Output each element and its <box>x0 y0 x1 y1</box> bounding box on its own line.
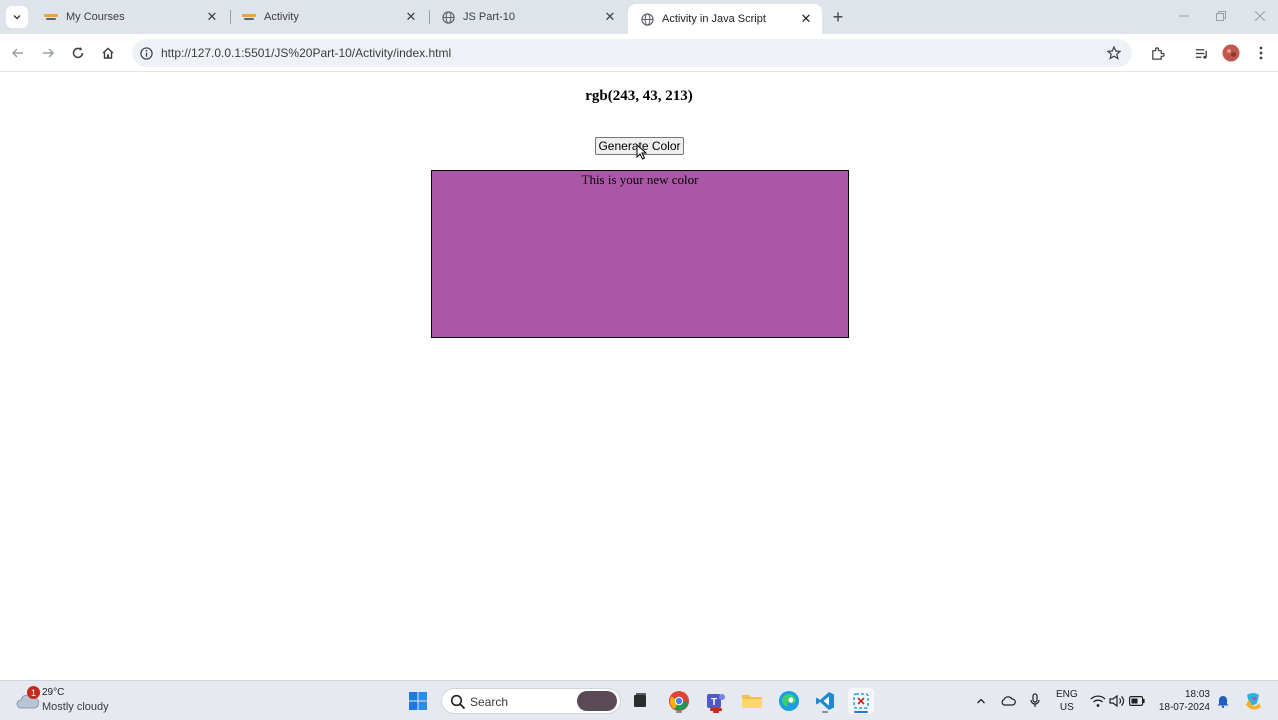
show-hidden-icons-chevron-up-icon[interactable] <box>972 692 990 710</box>
weather-widget[interactable]: 1 29°C Mostly cloudy <box>14 686 134 716</box>
running-indicator <box>676 711 682 713</box>
close-icon[interactable]: ✕ <box>798 11 814 27</box>
profile-avatar[interactable] <box>1220 42 1242 64</box>
edge-icon[interactable] <box>776 688 802 714</box>
close-icon[interactable]: ✕ <box>204 9 220 25</box>
onedrive-cloud-icon[interactable] <box>999 692 1017 710</box>
tab-my-courses[interactable]: My Courses ✕ <box>32 4 228 30</box>
wifi-icon[interactable] <box>1089 692 1107 710</box>
more-menu-icon[interactable] <box>1250 42 1272 64</box>
running-indicator <box>822 711 828 713</box>
globe-icon <box>640 12 654 26</box>
globe-icon <box>441 10 455 24</box>
tab-activity-in-java-script[interactable]: Activity in Java Script ✕ <box>628 4 822 34</box>
taskbar-search[interactable]: Search <box>441 688 621 714</box>
home-icon[interactable] <box>97 42 119 64</box>
chrome-icon[interactable] <box>666 688 692 714</box>
url-text[interactable]: http://127.0.0.1:5501/JS%20Part-10/Activ… <box>161 46 451 60</box>
tab-title: Activity in Java Script <box>662 13 766 25</box>
color-display-box: This is your new color <box>431 170 849 338</box>
chevron-down-icon <box>13 14 21 20</box>
tab-strip: My Courses ✕ Activity ✕ JS Part-10 ✕ Act… <box>0 0 1278 34</box>
web-page: rgb(243, 43, 213) Generate Color This is… <box>0 73 1278 680</box>
bookmark-star-icon[interactable] <box>1106 45 1122 61</box>
region-code: US <box>1059 702 1074 713</box>
task-view-icon[interactable] <box>627 688 653 714</box>
new-tab-button[interactable]: + <box>828 7 848 27</box>
svg-text:T: T <box>711 697 717 708</box>
reload-icon[interactable] <box>67 42 89 64</box>
teams-icon[interactable]: T <box>703 688 729 714</box>
close-icon[interactable]: ✕ <box>602 9 618 25</box>
system-clock[interactable]: 18:03 18-07-2024 <box>1156 688 1210 714</box>
weather-description: Mostly cloudy <box>42 701 109 713</box>
tab-search-button[interactable] <box>6 6 28 28</box>
browser-toolbar: http://127.0.0.1:5501/JS%20Part-10/Activ… <box>0 34 1278 72</box>
minimize-icon[interactable] <box>1176 8 1192 24</box>
close-icon[interactable]: ✕ <box>403 9 419 25</box>
tab-js-part-10[interactable]: JS Part-10 ✕ <box>429 4 626 30</box>
back-icon[interactable] <box>7 42 29 64</box>
close-window-icon[interactable] <box>1252 8 1268 24</box>
address-bar[interactable]: http://127.0.0.1:5501/JS%20Part-10/Activ… <box>132 39 1132 67</box>
tab-title: JS Part-10 <box>463 11 515 23</box>
temperature: 29°C <box>42 687 65 698</box>
mouse-cursor-icon <box>636 144 648 160</box>
search-label: Search <box>470 695 509 709</box>
course-favicon-icon <box>44 10 58 24</box>
forward-icon[interactable] <box>37 42 59 64</box>
notification-badge: 1 <box>27 686 40 699</box>
language-indicator[interactable]: ENG US <box>1056 688 1078 714</box>
color-box-caption: This is your new color <box>581 172 699 187</box>
battery-icon[interactable] <box>1128 692 1146 710</box>
windows-start-icon[interactable] <box>405 688 431 714</box>
tab-activity[interactable]: Activity ✕ <box>230 4 427 30</box>
search-icon <box>450 694 466 710</box>
language-code: ENG <box>1056 689 1078 700</box>
copilot-icon[interactable] <box>1242 690 1264 712</box>
clock-date: 18-07-2024 <box>1158 702 1210 713</box>
snipping-tool-icon[interactable] <box>848 688 874 714</box>
windows-taskbar: 1 29°C Mostly cloudy Search T ENG US 18:… <box>0 680 1278 720</box>
notification-bell-icon[interactable] <box>1214 692 1232 710</box>
extensions-icon[interactable] <box>1146 42 1168 64</box>
tab-title: My Courses <box>66 11 125 23</box>
vscode-icon[interactable] <box>812 688 838 714</box>
search-highlight-image <box>577 691 617 711</box>
restore-icon[interactable] <box>1213 8 1229 24</box>
running-indicator <box>854 711 868 713</box>
volume-icon[interactable] <box>1108 692 1126 710</box>
media-controls-icon[interactable] <box>1190 42 1212 64</box>
tab-title: Activity <box>264 11 299 23</box>
running-indicator <box>713 711 719 713</box>
site-info-icon[interactable] <box>138 45 154 61</box>
microphone-icon[interactable] <box>1026 692 1044 710</box>
clock-time: 18:03 <box>1184 689 1210 700</box>
file-explorer-icon[interactable] <box>739 688 765 714</box>
rgb-value-heading: rgb(243, 43, 213) <box>585 88 693 104</box>
course-favicon-icon <box>242 10 256 24</box>
